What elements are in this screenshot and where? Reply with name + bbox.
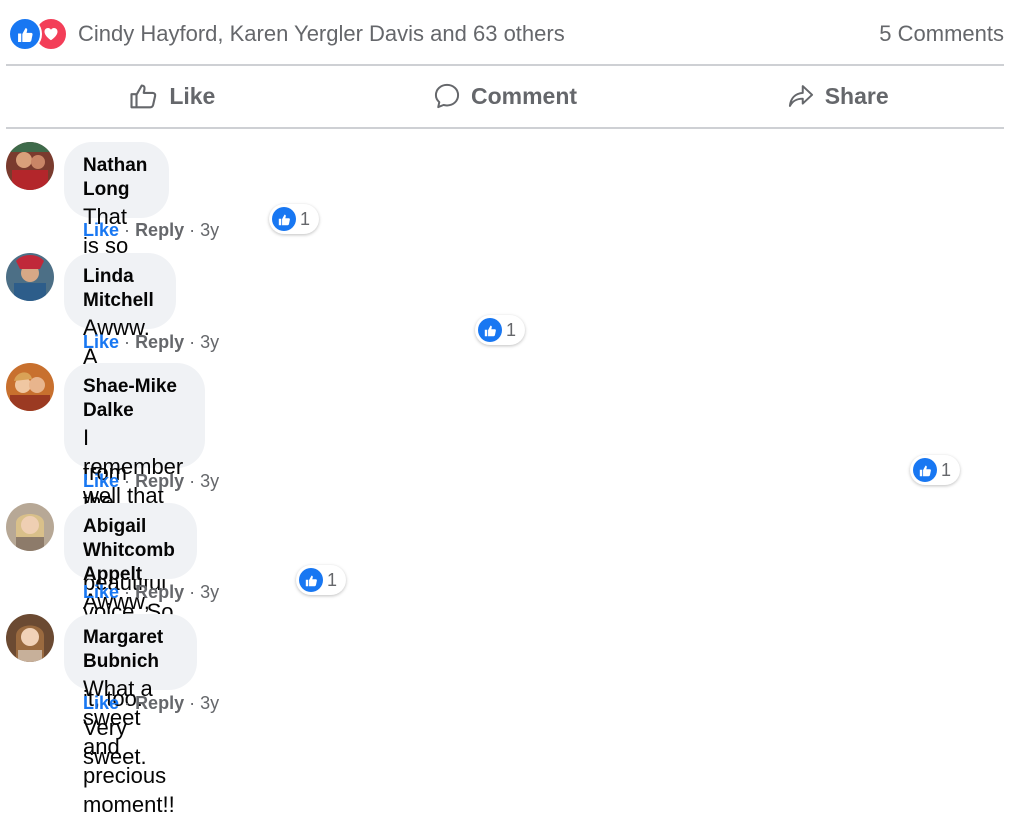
comment-button[interactable]: Comment <box>339 82 672 110</box>
comment-author[interactable]: Linda Mitchell <box>83 265 154 313</box>
comment-reply-link[interactable]: Reply <box>135 471 184 491</box>
separator: · <box>124 693 131 713</box>
comment-reply-link[interactable]: Reply <box>135 220 184 240</box>
like-button-label: Like <box>169 82 216 109</box>
avatar[interactable] <box>6 614 54 662</box>
comment-author[interactable]: Nathan Long <box>83 154 147 202</box>
separator: · <box>189 332 196 352</box>
comment-age[interactable]: 3y <box>200 220 219 240</box>
comment-reply-link[interactable]: Reply <box>135 582 184 602</box>
comment-age[interactable]: 3y <box>200 332 219 352</box>
comment-bubble: Nathan Long That is so sweet! <box>64 142 170 314</box>
share-button-label: Share <box>824 82 889 109</box>
thumbs-up-icon <box>130 84 157 109</box>
avatar[interactable] <box>6 253 54 301</box>
comment-meta: Like · Reply · 3y <box>83 471 219 492</box>
reaction-icons[interactable] <box>8 17 68 51</box>
comment-bubble: Shae-Mike Dalke I remember well that you… <box>64 363 206 769</box>
avatar[interactable] <box>6 142 54 190</box>
comment-meta: Like · Reply · 3y <box>83 332 219 353</box>
comment-like-link[interactable]: Like <box>83 471 119 491</box>
separator: · <box>124 220 131 240</box>
separator: · <box>124 471 131 491</box>
comment-bubble: Abigail Whitcomb Appelt Awww, sweet <box>64 503 197 643</box>
comment-author[interactable]: Margaret Bubnich <box>83 626 175 674</box>
comment-meta: Like · Reply · 3y <box>83 582 219 603</box>
like-button[interactable]: Like <box>6 82 339 110</box>
share-button[interactable]: Share <box>671 82 1004 110</box>
action-bar: Like Comment Share <box>6 66 1004 126</box>
divider <box>6 127 1004 129</box>
reaction-summary-left[interactable]: Cindy Hayford, Karen Yergler Davis and 6… <box>8 17 565 51</box>
comment-reaction-count[interactable]: 1 <box>475 315 526 345</box>
comment-age[interactable]: 3y <box>200 693 219 713</box>
reaction-count: 1 <box>327 569 338 590</box>
comment-meta: Like · Reply · 3y <box>83 693 219 714</box>
comment-icon <box>434 83 460 109</box>
comment-like-link[interactable]: Like <box>83 220 119 240</box>
comment-meta: Like · Reply · 3y <box>83 220 219 241</box>
reaction-count: 1 <box>506 319 517 340</box>
comment-button-label: Comment <box>470 82 578 109</box>
like-icon <box>478 318 502 342</box>
share-icon <box>788 85 813 107</box>
comment-reply-link[interactable]: Reply <box>135 693 184 713</box>
comment-like-link[interactable]: Like <box>83 582 119 602</box>
comments-count-link[interactable]: 5 Comments <box>879 21 1004 47</box>
comment-reaction-count[interactable]: 1 <box>296 565 347 595</box>
avatar[interactable] <box>6 363 54 411</box>
separator: · <box>124 582 131 602</box>
reaction-count: 1 <box>300 208 311 229</box>
comment-reaction-count[interactable]: 1 <box>269 204 320 234</box>
comment-bubble: Margaret Bubnich What a sweet and precio… <box>64 614 197 817</box>
comment-age[interactable]: 3y <box>200 582 219 602</box>
like-icon <box>8 17 42 51</box>
comment-like-link[interactable]: Like <box>83 332 119 352</box>
comment-like-link[interactable]: Like <box>83 693 119 713</box>
comment-author[interactable]: Abigail Whitcomb Appelt <box>83 515 175 587</box>
reaction-count: 1 <box>941 459 952 480</box>
separator: · <box>189 471 196 491</box>
like-icon <box>299 568 323 592</box>
comment-reply-link[interactable]: Reply <box>135 332 184 352</box>
avatar[interactable] <box>6 503 54 551</box>
comment-age[interactable]: 3y <box>200 471 219 491</box>
like-icon <box>913 458 937 482</box>
separator: · <box>189 220 196 240</box>
separator: · <box>189 693 196 713</box>
comment-author[interactable]: Shae-Mike Dalke <box>83 375 183 423</box>
comment-bubble: Linda Mitchell Awww. A sweet love-gift f… <box>64 253 176 543</box>
reaction-summary: Cindy Hayford, Karen Yergler Davis and 6… <box>8 14 1004 54</box>
separator: · <box>189 582 196 602</box>
comment-reaction-count[interactable]: 1 <box>910 455 961 485</box>
separator: · <box>124 332 131 352</box>
like-icon <box>272 207 296 231</box>
reactors-names[interactable]: Cindy Hayford, Karen Yergler Davis and 6… <box>78 21 565 47</box>
